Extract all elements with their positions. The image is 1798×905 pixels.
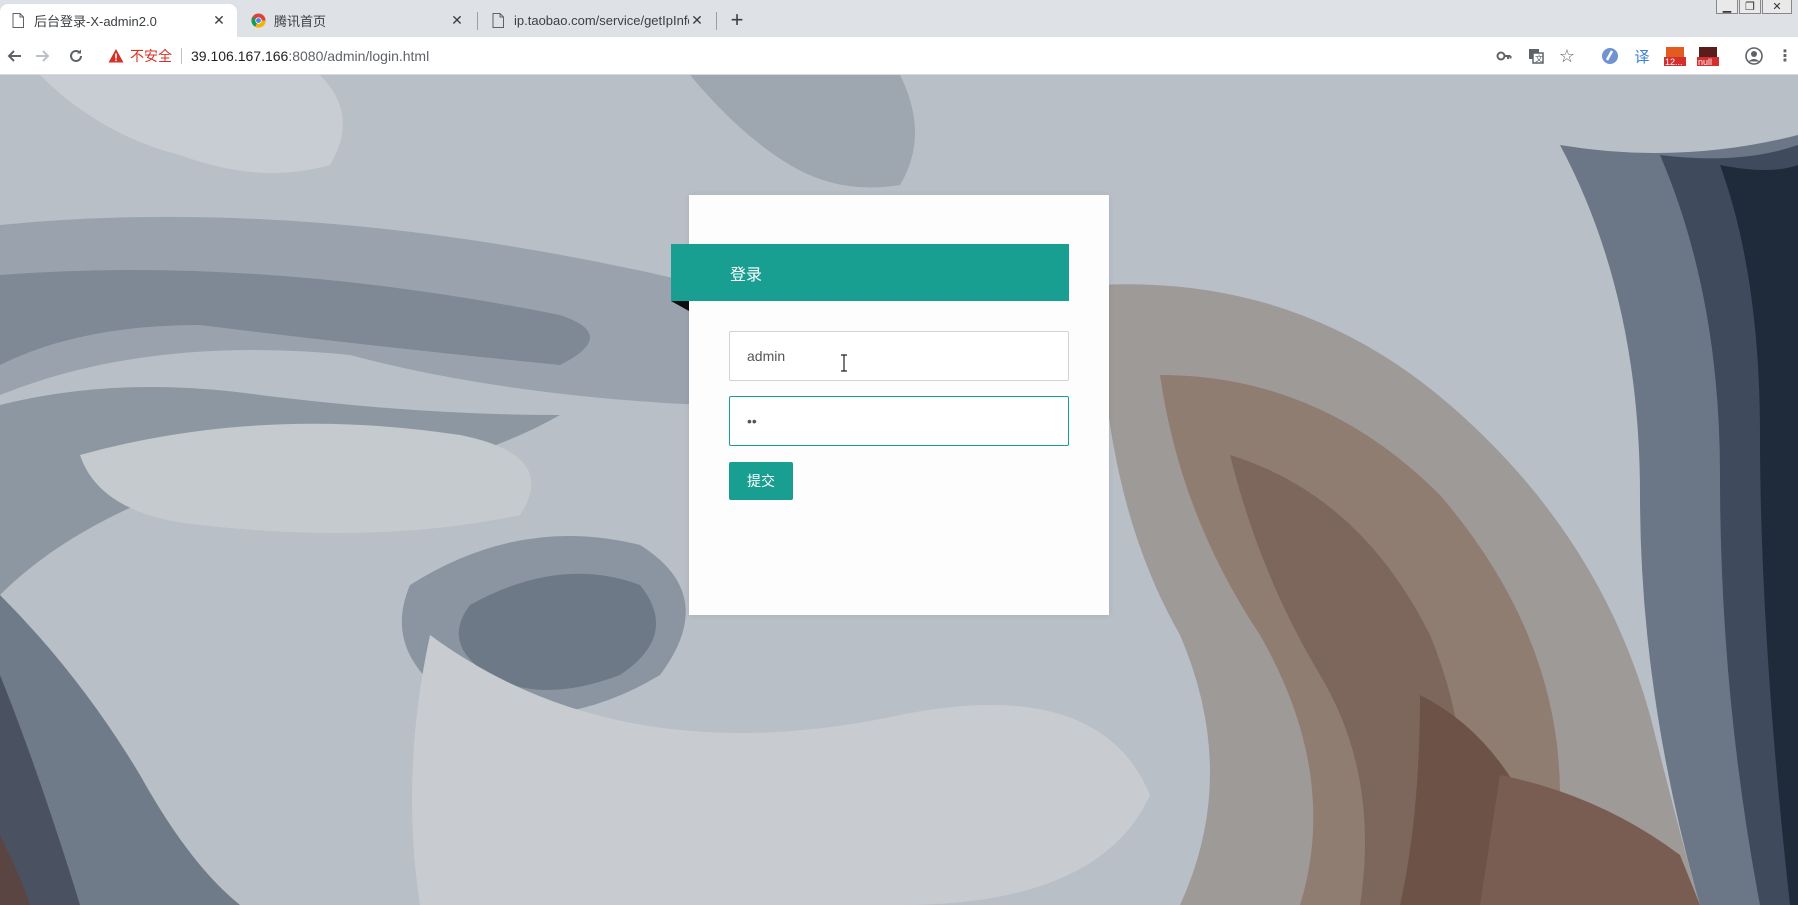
tab-tencent[interactable]: 腾讯首页 ✕ [240,4,475,37]
login-heading: 登录 [671,244,1069,301]
username-input[interactable] [729,331,1069,381]
chrome-globe-icon [250,13,266,29]
page-icon [490,13,506,29]
extension-null-icon[interactable]: null [1697,47,1719,67]
password-input[interactable] [729,396,1069,446]
login-title: 登录 [730,266,763,284]
browser-tab-strip: 后台登录-X-admin2.0 ✕ 腾讯首页 ✕ ip.taobao.com/s… [0,0,1798,37]
submit-button[interactable]: 提交 [729,462,793,500]
extension-badge-icon[interactable]: 12... [1664,47,1686,67]
security-status[interactable]: 不安全 [130,46,172,66]
window-close-icon[interactable]: ✕ [1762,0,1792,14]
minimize-icon[interactable]: ▁ [1716,0,1738,14]
warning-triangle-icon [108,49,124,63]
page-viewport: 登录 提交 [0,75,1798,905]
extension-circle-icon[interactable] [1601,47,1619,65]
extension-badge-count: 12... [1665,57,1683,67]
url-divider [181,48,182,64]
back-arrow-icon[interactable] [0,42,28,70]
browser-toolbar: 不安全 39.106.167.166 :8080/admin/login.htm… [0,37,1798,75]
url-path: :8080/admin/login.html [288,48,430,64]
translate-icon[interactable]: 文 [1527,47,1545,65]
forward-arrow-icon[interactable] [29,42,57,70]
url-host: 39.106.167.166 [191,48,289,64]
tab-admin-login[interactable]: 后台登录-X-admin2.0 ✕ [0,4,237,37]
tab-title: ip.taobao.com/service/getIpInfo [514,13,689,28]
close-icon[interactable]: ✕ [211,12,227,29]
ribbon-fold [671,301,689,311]
new-tab-plus-icon[interactable]: + [725,7,749,32]
translate-extension-icon[interactable]: 译 [1633,47,1651,66]
page-icon [10,13,26,29]
close-icon[interactable]: ✕ [449,12,465,29]
key-icon[interactable] [1495,47,1513,65]
menu-kebab-icon[interactable]: ⋮ [1776,47,1794,65]
tab-divider [477,12,478,30]
reload-icon[interactable] [62,42,90,70]
close-icon[interactable]: ✕ [689,12,705,29]
restore-icon[interactable]: ❐ [1739,0,1761,14]
tab-title: 腾讯首页 [274,14,327,29]
extension-badge-text: null [1698,57,1713,67]
tab-title: 后台登录-X-admin2.0 [34,14,157,29]
tab-taobao[interactable]: ip.taobao.com/service/getIpInfo ✕ [480,4,715,37]
bookmark-star-icon[interactable]: ☆ [1558,46,1576,66]
svg-text:文: 文 [1535,54,1543,64]
tab-divider [716,12,717,30]
profile-avatar-icon[interactable] [1745,47,1763,65]
address-bar[interactable]: 不安全 39.106.167.166 :8080/admin/login.htm… [100,42,1480,70]
